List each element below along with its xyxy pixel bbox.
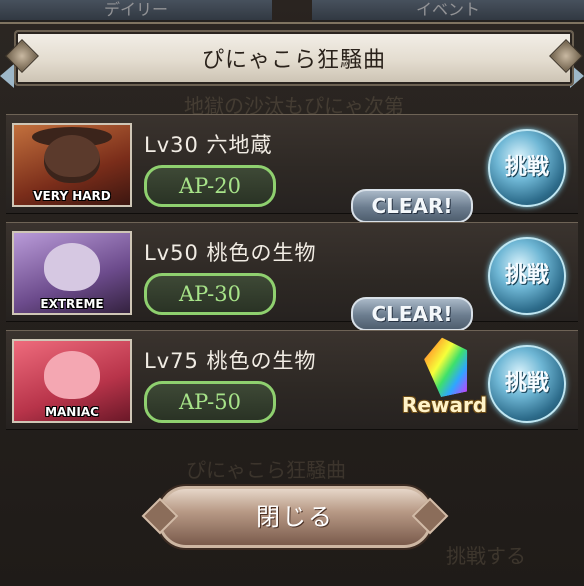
quest-thumbnail: MANIAC [12,339,132,423]
background-tab-event: イベント [312,0,584,22]
close-button[interactable]: 閉じる [141,486,449,548]
creature-image [44,351,100,399]
close-button-label: 閉じる [256,503,334,531]
background-tabs: デイリー イベント [0,0,584,22]
challenge-button[interactable]: 挑戦 [488,345,566,423]
ornament-icon [411,497,449,535]
quest-level-name: Lv30 六地蔵 [144,133,273,157]
dialog-title: ぴにゃこら狂騒曲 [201,48,386,73]
quest-row: VERY HARD Lv30 六地蔵 AP-20 CLEAR! 挑戦 [6,114,578,223]
quest-level-name: Lv75 桃色の生物 [144,349,317,373]
ornament-icon [141,497,179,535]
quest-thumbnail: EXTREME [12,231,132,315]
quest-row: EXTREME Lv50 桃色の生物 AP-30 CLEAR! 挑戦 [6,222,578,331]
quest-level-name: Lv50 桃色の生物 [144,241,317,265]
difficulty-label: EXTREME [40,297,104,311]
background-event-name: ぴにゃこら狂騒曲 [186,458,346,482]
clear-badge: CLEAR! [351,297,473,331]
background-challenge-text: 挑戦する [446,544,526,568]
creature-image [44,243,100,291]
quest-dialog: ぴにゃこら狂騒曲 地獄の沙汰もぴにゃ次第 VERY HARD Lv30 六地蔵 … [0,22,584,586]
challenge-button[interactable]: 挑戦 [488,237,566,315]
background-tab-daily: デイリー [0,0,272,22]
reward-gem-icon [420,333,475,399]
ap-cost-badge: AP-20 [144,165,276,207]
quest-thumbnail: VERY HARD [12,123,132,207]
reward-label: Reward [402,393,488,417]
ap-cost-badge: AP-50 [144,381,276,423]
difficulty-label: VERY HARD [33,189,111,203]
quest-row: MANIAC Lv75 桃色の生物 AP-50 Reward 挑戦 [6,330,578,430]
left-arrow-icon [0,64,14,88]
ap-cost-badge: AP-30 [144,273,276,315]
creature-image [44,135,100,183]
challenge-button[interactable]: 挑戦 [488,129,566,207]
difficulty-label: MANIAC [45,405,99,419]
dialog-title-bar: ぴにゃこら狂騒曲 [5,30,583,86]
clear-badge: CLEAR! [351,189,473,223]
